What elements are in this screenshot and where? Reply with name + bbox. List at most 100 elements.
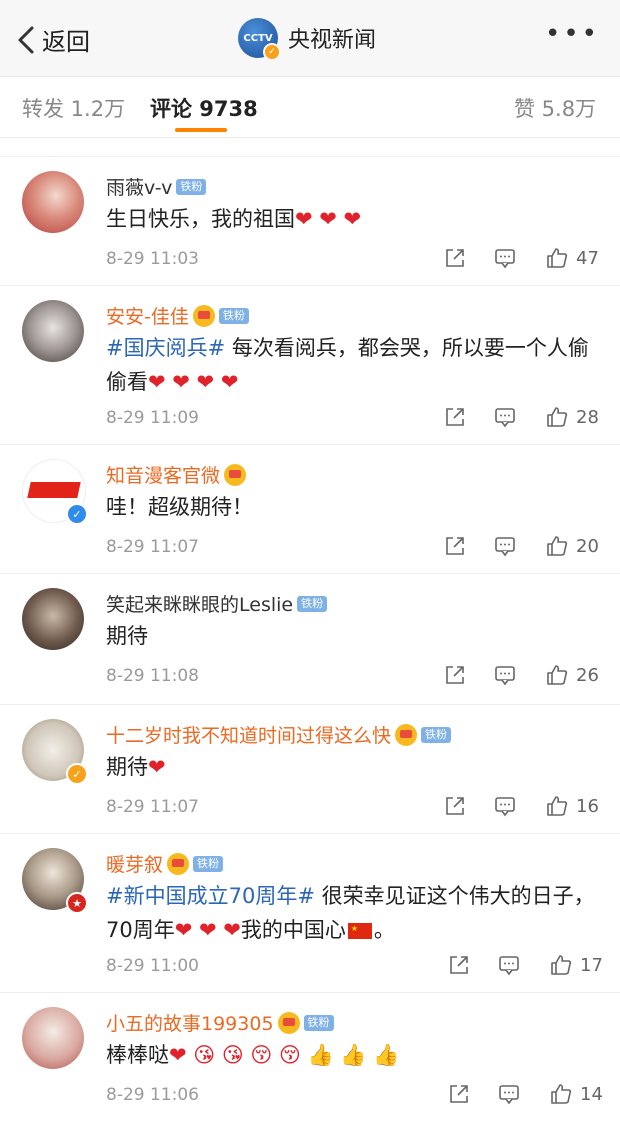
reply-icon[interactable] <box>494 535 516 557</box>
vip-crown-icon <box>224 463 247 486</box>
comment-text: 棒棒哒❤ 😘 😘 😚 😚 👍 👍 👍 <box>106 1043 400 1067</box>
heart-emoji: ❤ <box>148 755 166 779</box>
username[interactable]: 知音漫客官微 <box>106 461 247 488</box>
like-button[interactable]: 47 <box>546 247 599 269</box>
like-count: 14 <box>580 1083 603 1105</box>
avatar[interactable] <box>22 171 84 233</box>
share-icon[interactable] <box>444 664 466 686</box>
hashtag-link[interactable]: #国庆阅兵# <box>106 336 225 360</box>
comment-item: 小五的故事199305 铁粉 棒棒哒❤ 😘 😘 😚 😚 👍 👍 👍 8-29 1… <box>0 993 620 1122</box>
like-count: 28 <box>576 406 599 428</box>
brand-logo-shape <box>27 482 81 498</box>
fan-badge: 铁粉 <box>303 1014 334 1031</box>
comment-time: 8-29 11:07 <box>106 537 199 557</box>
fan-badge: 铁粉 <box>176 178 207 195</box>
username[interactable]: 十二岁时我不知道时间过得这么快 铁粉 <box>106 721 452 748</box>
thumbs-up-icon <box>546 664 568 686</box>
chevron-left-icon <box>18 26 34 53</box>
avatar[interactable] <box>22 300 84 362</box>
vip-crown-icon <box>277 1011 300 1034</box>
reply-icon[interactable] <box>494 247 516 269</box>
thumbs-up-icon <box>546 247 568 269</box>
username[interactable]: 笑起来眯眯眼的Leslie 铁粉 <box>106 590 328 617</box>
reply-icon[interactable] <box>494 795 516 817</box>
comment-time: 8-29 11:08 <box>106 666 199 686</box>
thumbs-up-icon <box>546 535 568 557</box>
heart-emoji: ❤ ❤ ❤ ❤ <box>148 370 239 394</box>
share-icon[interactable] <box>448 954 470 976</box>
tab-reposts[interactable]: 转发 1.2万 <box>22 93 125 123</box>
like-button[interactable]: 26 <box>546 664 599 686</box>
account-title[interactable]: CCTV ✓ 央视新闻 <box>238 18 376 61</box>
like-count: 20 <box>576 535 599 557</box>
fan-badge: 铁粉 <box>297 595 328 612</box>
thumbs-up-icon <box>546 795 568 817</box>
comment-time: 8-29 11:09 <box>106 408 199 428</box>
like-count: 47 <box>576 247 599 269</box>
verified-icon: ✓ <box>66 503 88 525</box>
active-tab-indicator <box>175 128 227 132</box>
comment-actions: 28 <box>444 406 599 428</box>
username[interactable]: 雨薇v-v 铁粉 <box>106 173 207 200</box>
comment-time: 8-29 11:07 <box>106 797 199 817</box>
reply-icon[interactable] <box>498 954 520 976</box>
back-button[interactable]: 返回 <box>16 22 90 57</box>
vip-crown-icon <box>192 304 215 327</box>
cctv-logo: CCTV ✓ <box>238 18 281 61</box>
comment-time: 8-29 11:03 <box>106 249 199 269</box>
verified-icon: ✓ <box>66 763 88 785</box>
tab-likes[interactable]: 赞 5.8万 <box>514 93 596 123</box>
comment-item: 笑起来眯眯眼的Leslie 铁粉 期待 8-29 11:08 26 <box>0 574 620 705</box>
comment-text: #新中国成立70周年# 很荣幸见证这个伟大的日子，70周年❤ ❤ ❤我的中国心 ★… <box>106 884 595 942</box>
username[interactable]: 安安-佳佳 铁粉 <box>106 302 249 329</box>
star-badge-icon: ★ <box>66 892 88 914</box>
tab-bar: 转发 1.2万 评论 9738 赞 5.8万 <box>0 77 620 138</box>
fan-badge: 铁粉 <box>193 855 224 872</box>
comment-item: ★ 暖芽叙 铁粉 #新中国成立70周年# 很荣幸见证这个伟大的日子，70周年❤ … <box>0 834 620 993</box>
reply-icon[interactable] <box>494 664 516 686</box>
share-icon[interactable] <box>444 247 466 269</box>
reply-icon[interactable] <box>498 1083 520 1105</box>
divider <box>0 138 620 157</box>
username[interactable]: 小五的故事199305 铁粉 <box>106 1009 334 1036</box>
share-icon[interactable] <box>448 1083 470 1105</box>
share-icon[interactable] <box>444 406 466 428</box>
comment-text: 哇！超级期待！ <box>106 495 253 519</box>
reply-icon[interactable] <box>494 406 516 428</box>
like-button[interactable]: 20 <box>546 535 599 557</box>
thumbs-up-icon <box>550 1083 572 1105</box>
fan-badge: 铁粉 <box>218 307 249 324</box>
like-button[interactable]: 28 <box>546 406 599 428</box>
hashtag-link[interactable]: #新中国成立70周年# <box>106 884 315 908</box>
like-button[interactable]: 14 <box>550 1083 603 1105</box>
avatar[interactable] <box>22 1007 84 1069</box>
comment-item: ✓ 知音漫客官微 哇！超级期待！ 8-29 11:07 20 <box>0 445 620 574</box>
tab-comments[interactable]: 评论 9738 <box>150 93 258 123</box>
comment-actions: 16 <box>444 795 599 817</box>
comment-time: 8-29 11:00 <box>106 956 199 976</box>
heart-emoji: ❤ ❤ ❤ <box>174 918 241 942</box>
more-options-button[interactable]: ••• <box>545 21 600 47</box>
username[interactable]: 暖芽叙 铁粉 <box>106 850 224 877</box>
comment-text: 生日快乐，我的祖国❤ ❤ ❤ <box>106 207 362 231</box>
comment-item: 安安-佳佳 铁粉 #国庆阅兵# 每次看阅兵，都会哭，所以要一个人偷偷看❤ ❤ ❤… <box>0 286 620 445</box>
like-button[interactable]: 16 <box>546 795 599 817</box>
like-count: 26 <box>576 664 599 686</box>
like-button[interactable]: 17 <box>550 954 603 976</box>
comment-actions: 14 <box>448 1083 603 1105</box>
comment-actions: 26 <box>444 664 599 686</box>
like-count: 16 <box>576 795 599 817</box>
heart-emoji: ❤ ❤ ❤ <box>295 207 362 231</box>
comment-item: ✓ 十二岁时我不知道时间过得这么快 铁粉 期待❤ 8-29 11:07 16 <box>0 705 620 834</box>
share-icon[interactable] <box>444 535 466 557</box>
comment-item: 雨薇v-v 铁粉 生日快乐，我的祖国❤ ❤ ❤ 8-29 11:03 47 <box>0 157 620 286</box>
china-flag-icon: ★ <box>347 923 372 939</box>
share-icon[interactable] <box>444 795 466 817</box>
avatar[interactable] <box>22 588 84 650</box>
comment-text: 期待❤ <box>106 755 166 779</box>
emoji-sequence: ❤ 😘 😘 😚 😚 👍 👍 👍 <box>169 1043 400 1067</box>
fan-badge: 铁粉 <box>421 726 452 743</box>
comment-text: #国庆阅兵# 每次看阅兵，都会哭，所以要一个人偷偷看❤ ❤ ❤ ❤ <box>106 336 589 394</box>
comment-actions: 47 <box>444 247 599 269</box>
vip-crown-icon <box>395 723 418 746</box>
